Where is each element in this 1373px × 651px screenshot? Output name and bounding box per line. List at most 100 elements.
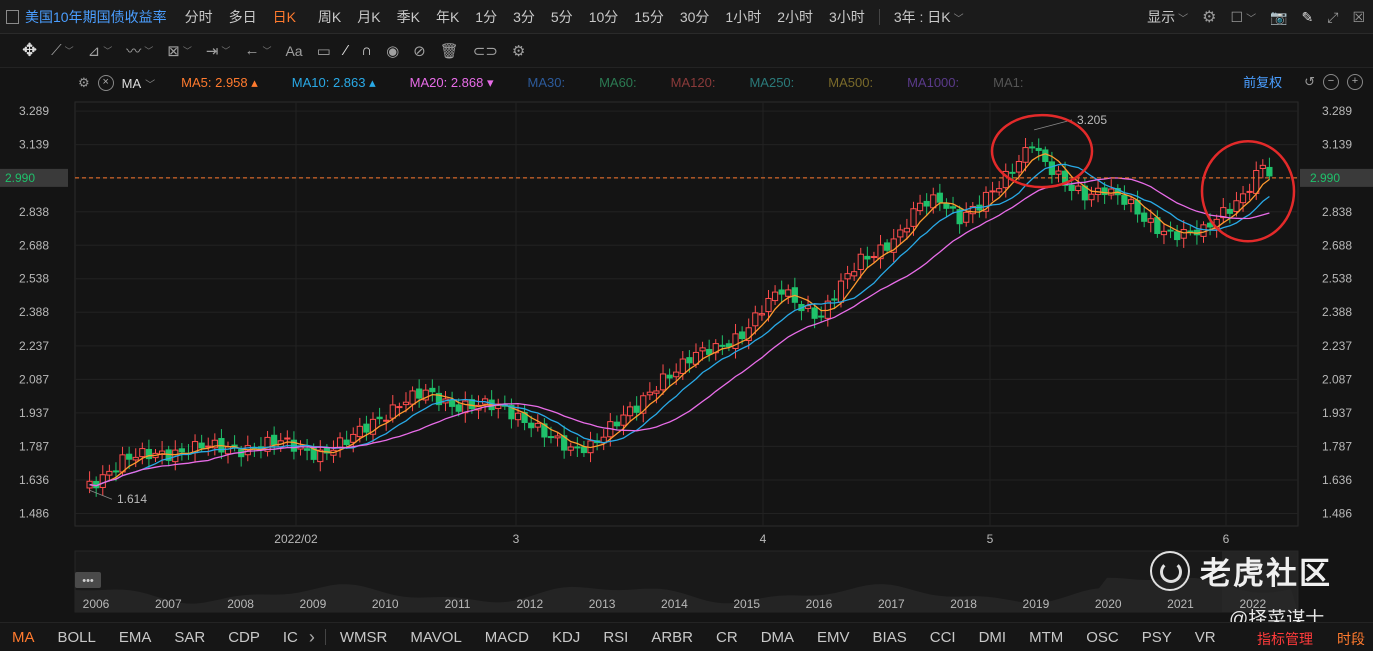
tab-psy[interactable]: PSY xyxy=(1142,629,1172,646)
hide-icon[interactable]: ⊘ xyxy=(413,42,426,60)
indicator-close-icon[interactable]: × xyxy=(97,75,114,91)
period-7[interactable]: 1分 xyxy=(475,7,497,27)
close-icon[interactable]: ☒ xyxy=(1352,9,1365,26)
wave-icon[interactable]: 〰 ﹀ xyxy=(126,40,153,61)
tab-arbr[interactable]: ARBR xyxy=(651,629,693,646)
settings-icon[interactable]: ⚙ xyxy=(1202,7,1216,27)
candle-body xyxy=(1048,161,1056,175)
candle-body xyxy=(765,297,772,313)
indicator-manage-button[interactable]: 指标管理 xyxy=(1257,629,1313,649)
candle-body xyxy=(943,203,950,209)
candle-body xyxy=(996,188,1003,193)
tab-kdj[interactable]: KDJ xyxy=(552,629,580,646)
navigator-year: 2007 xyxy=(155,597,182,611)
indicator-settings-icon[interactable]: ⚙ xyxy=(78,75,90,91)
navigator-year: 2015 xyxy=(733,597,760,611)
candle-body xyxy=(1121,194,1128,205)
range-dropdown[interactable]: 3年 : 日K ﹀ xyxy=(894,7,964,27)
arrow-icon[interactable]: ← ﹀ xyxy=(244,42,271,59)
indicator-name[interactable]: MA xyxy=(122,76,142,91)
candle-body xyxy=(758,313,765,316)
tab-ic[interactable]: IC xyxy=(283,629,298,646)
line-icon[interactable]: ⟋ ﹀ xyxy=(51,42,74,59)
pen-draw-icon[interactable]: ⁄ xyxy=(345,42,348,59)
period-10[interactable]: 10分 xyxy=(589,7,619,27)
ray-icon[interactable]: ⊿ ﹀ xyxy=(88,42,113,60)
tab-osc[interactable]: OSC xyxy=(1086,629,1119,646)
display-dropdown[interactable]: 显示 ﹀ xyxy=(1147,7,1188,27)
tab-boll[interactable]: BOLL xyxy=(58,629,96,646)
ma-item-0: MA5: 2.958 ▴ xyxy=(181,75,258,90)
tab-sar[interactable]: SAR xyxy=(174,629,205,646)
period-14[interactable]: 2小时 xyxy=(777,7,813,27)
time-range-button[interactable]: 时段 xyxy=(1337,629,1365,649)
candlestick-chart[interactable]: 3.289 3.289 3.139 3.139 2.838 2.838 2.688 2.688… xyxy=(0,98,1373,622)
top-toolbar: 美国10年期国债收益率 分时 多日 日K 周K 月K 季K 年K 1分 3分 5分 10分 15分 30… xyxy=(0,0,1373,34)
y-tick-left: 1.486 xyxy=(19,507,49,521)
period-5[interactable]: 季K xyxy=(397,7,420,27)
reset-icon[interactable]: ↺ xyxy=(1304,74,1315,90)
tab-emv[interactable]: EMV xyxy=(817,629,850,646)
period-15[interactable]: 3小时 xyxy=(829,7,865,27)
period-8[interactable]: 3分 xyxy=(513,7,535,27)
panel-toggle-icon[interactable] xyxy=(6,9,19,24)
y-tick-left: 1.937 xyxy=(19,406,49,420)
fib-icon[interactable]: ⊠ ﹀ xyxy=(167,42,192,60)
magnet-icon[interactable]: ∩ xyxy=(361,42,372,59)
tab-macd[interactable]: MACD xyxy=(485,629,529,646)
indicator-caret-icon[interactable]: ﹀ xyxy=(145,76,155,91)
tab-dma[interactable]: DMA xyxy=(761,629,794,646)
candle-body xyxy=(949,206,957,209)
tab-mtm[interactable]: MTM xyxy=(1029,629,1063,646)
candle-body xyxy=(626,406,634,417)
candle-body xyxy=(706,348,713,355)
adjust-dropdown[interactable]: 前复权 xyxy=(1243,72,1282,91)
tab-vr[interactable]: VR xyxy=(1195,629,1216,646)
instrument-title[interactable]: 美国10年期国债收益率 xyxy=(25,7,167,27)
tab-rsi[interactable]: RSI xyxy=(603,629,628,646)
layout-icon[interactable]: ☐ ﹀ xyxy=(1231,9,1257,26)
period-12[interactable]: 30分 xyxy=(680,7,710,27)
candle-body xyxy=(1174,231,1181,241)
candle-body xyxy=(936,192,943,203)
eye-icon[interactable]: ◉ xyxy=(386,42,399,60)
period-6[interactable]: 年K xyxy=(436,7,459,27)
period-2[interactable]: 日K xyxy=(273,7,296,27)
tab-bias[interactable]: BIAS xyxy=(873,629,907,646)
candle-body xyxy=(1015,161,1023,173)
period-9[interactable]: 5分 xyxy=(551,7,573,27)
pen-icon[interactable]: ✎ xyxy=(1302,9,1314,26)
period-13[interactable]: 1小时 xyxy=(725,7,761,27)
period-0[interactable]: 分时 xyxy=(185,7,213,27)
tab-mavol[interactable]: MAVOL xyxy=(410,629,461,646)
tab-cci[interactable]: CCI xyxy=(930,629,956,646)
period-1[interactable]: 多日 xyxy=(229,7,257,27)
zoom-in-icon[interactable]: + xyxy=(1347,73,1363,90)
tab-cr[interactable]: CR xyxy=(716,629,738,646)
link-icon[interactable]: ⊂⊃ xyxy=(473,42,498,60)
tab-list: MA BOLL EMA SAR CDP IC › WMSR MAVOL MACD KDJ RSI ARB… xyxy=(0,627,1227,648)
tiger-logo-icon xyxy=(1150,550,1190,591)
tab-cdp[interactable]: CDP xyxy=(228,629,260,646)
tab-wmsr[interactable]: WMSR xyxy=(340,629,388,646)
tab-dmi[interactable]: DMI xyxy=(979,629,1007,646)
period-11[interactable]: 15分 xyxy=(634,7,664,27)
text-icon[interactable]: Aa xyxy=(285,43,302,59)
measure-icon[interactable]: ⇥ ﹀ xyxy=(206,42,231,60)
trash-icon[interactable]: 🗑 xyxy=(440,42,459,60)
zoom-out-icon[interactable]: − xyxy=(1323,73,1339,90)
navigator-year: 2010 xyxy=(372,597,399,611)
tabs-more-icon[interactable]: › xyxy=(309,627,315,648)
fullscreen-icon[interactable]: ⤢ xyxy=(1327,9,1338,26)
tab-ema[interactable]: EMA xyxy=(119,629,152,646)
candle-body xyxy=(126,453,133,460)
camera-icon[interactable]: 📷 xyxy=(1270,9,1287,26)
low-annotation: 1.614 xyxy=(117,492,147,506)
tab-ma[interactable]: MA xyxy=(12,629,35,646)
period-3[interactable]: 周K xyxy=(318,7,341,27)
move-icon[interactable]: ✥ xyxy=(22,40,37,61)
gear-icon[interactable]: ⚙ xyxy=(512,42,525,60)
candle-body xyxy=(580,446,588,454)
note-icon[interactable]: ▭ xyxy=(317,42,331,60)
period-4[interactable]: 月K xyxy=(357,7,380,27)
